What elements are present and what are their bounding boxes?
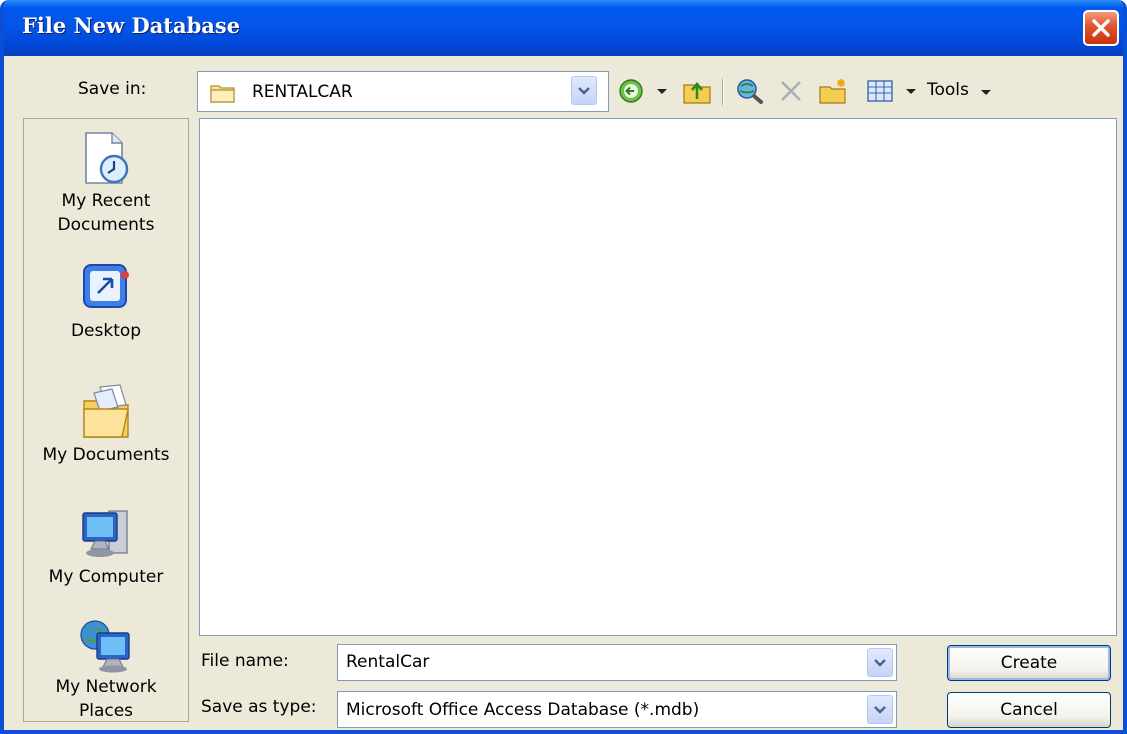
chevron-down-icon <box>578 86 590 95</box>
file-name-label: File name: <box>201 651 289 671</box>
place-label: My Recent <box>61 191 151 211</box>
save-as-type-combobox[interactable]: Microsoft Office Access Database (*.mdb) <box>337 691 897 728</box>
views-grid-icon <box>867 80 893 102</box>
place-recent-documents[interactable]: My Recent Documents <box>24 129 188 237</box>
file-list-view[interactable] <box>199 118 1117 636</box>
close-button[interactable] <box>1083 10 1119 46</box>
desktop-icon <box>83 264 129 308</box>
search-web-button[interactable] <box>735 77 765 105</box>
save-in-dropdown-button[interactable] <box>571 76 597 105</box>
folder-icon <box>210 85 235 103</box>
place-my-documents[interactable]: My Documents <box>24 381 188 467</box>
create-button[interactable]: Create <box>947 645 1111 681</box>
save-in-value: RENTALCAR <box>252 82 353 102</box>
close-icon <box>1092 19 1110 37</box>
recent-documents-icon <box>85 132 129 184</box>
dialog-title: File New Database <box>22 13 241 38</box>
save-as-type-value: Microsoft Office Access Database (*.mdb) <box>346 700 700 720</box>
place-label-line2: Places <box>78 701 134 721</box>
places-bar: My Recent Documents Desktop My Documents <box>23 118 189 722</box>
save-as-type-label: Save as type: <box>201 697 317 717</box>
save-as-type-dropdown-button[interactable] <box>867 695 893 724</box>
place-label: Desktop <box>70 321 142 341</box>
back-dropdown-icon[interactable] <box>657 89 667 94</box>
delete-button[interactable] <box>778 78 804 104</box>
tools-dropdown-icon[interactable] <box>981 90 991 95</box>
place-label: My Computer <box>48 567 164 587</box>
file-name-dropdown-button[interactable] <box>867 648 893 677</box>
save-in-label: Save in: <box>78 79 147 99</box>
delete-x-icon <box>781 81 801 101</box>
up-one-level-button[interactable] <box>682 77 712 105</box>
my-documents-icon <box>83 384 129 438</box>
my-computer-icon <box>82 510 128 557</box>
chevron-down-icon <box>874 705 886 714</box>
create-new-folder-button[interactable] <box>818 77 848 105</box>
up-folder-icon <box>683 81 711 104</box>
file-new-database-dialog: File New Database Save in: RENTALCAR Too… <box>0 0 1127 734</box>
cancel-button[interactable]: Cancel <box>947 692 1111 728</box>
place-label: My Documents <box>42 445 170 465</box>
place-label-line2: Documents <box>57 215 155 235</box>
tools-menu[interactable]: Tools <box>927 80 969 100</box>
place-label: My Network <box>55 677 157 697</box>
back-arrow-icon <box>619 79 643 103</box>
file-name-combobox[interactable]: RentalCar <box>337 644 897 681</box>
views-button[interactable] <box>866 78 894 104</box>
file-name-input[interactable]: RentalCar <box>346 652 429 672</box>
place-network-places[interactable]: My Network Places <box>24 617 188 723</box>
back-button[interactable] <box>618 78 644 104</box>
network-places-icon <box>80 620 130 673</box>
chevron-down-icon <box>874 658 886 667</box>
views-dropdown-icon[interactable] <box>906 89 916 94</box>
search-web-icon <box>737 79 763 104</box>
place-my-computer[interactable]: My Computer <box>24 505 188 589</box>
title-bar[interactable]: File New Database <box>4 0 1123 56</box>
place-desktop[interactable]: Desktop <box>24 261 188 343</box>
save-in-combobox[interactable]: RENTALCAR <box>197 71 609 112</box>
toolbar-separator <box>722 79 724 105</box>
new-folder-icon <box>819 79 846 104</box>
